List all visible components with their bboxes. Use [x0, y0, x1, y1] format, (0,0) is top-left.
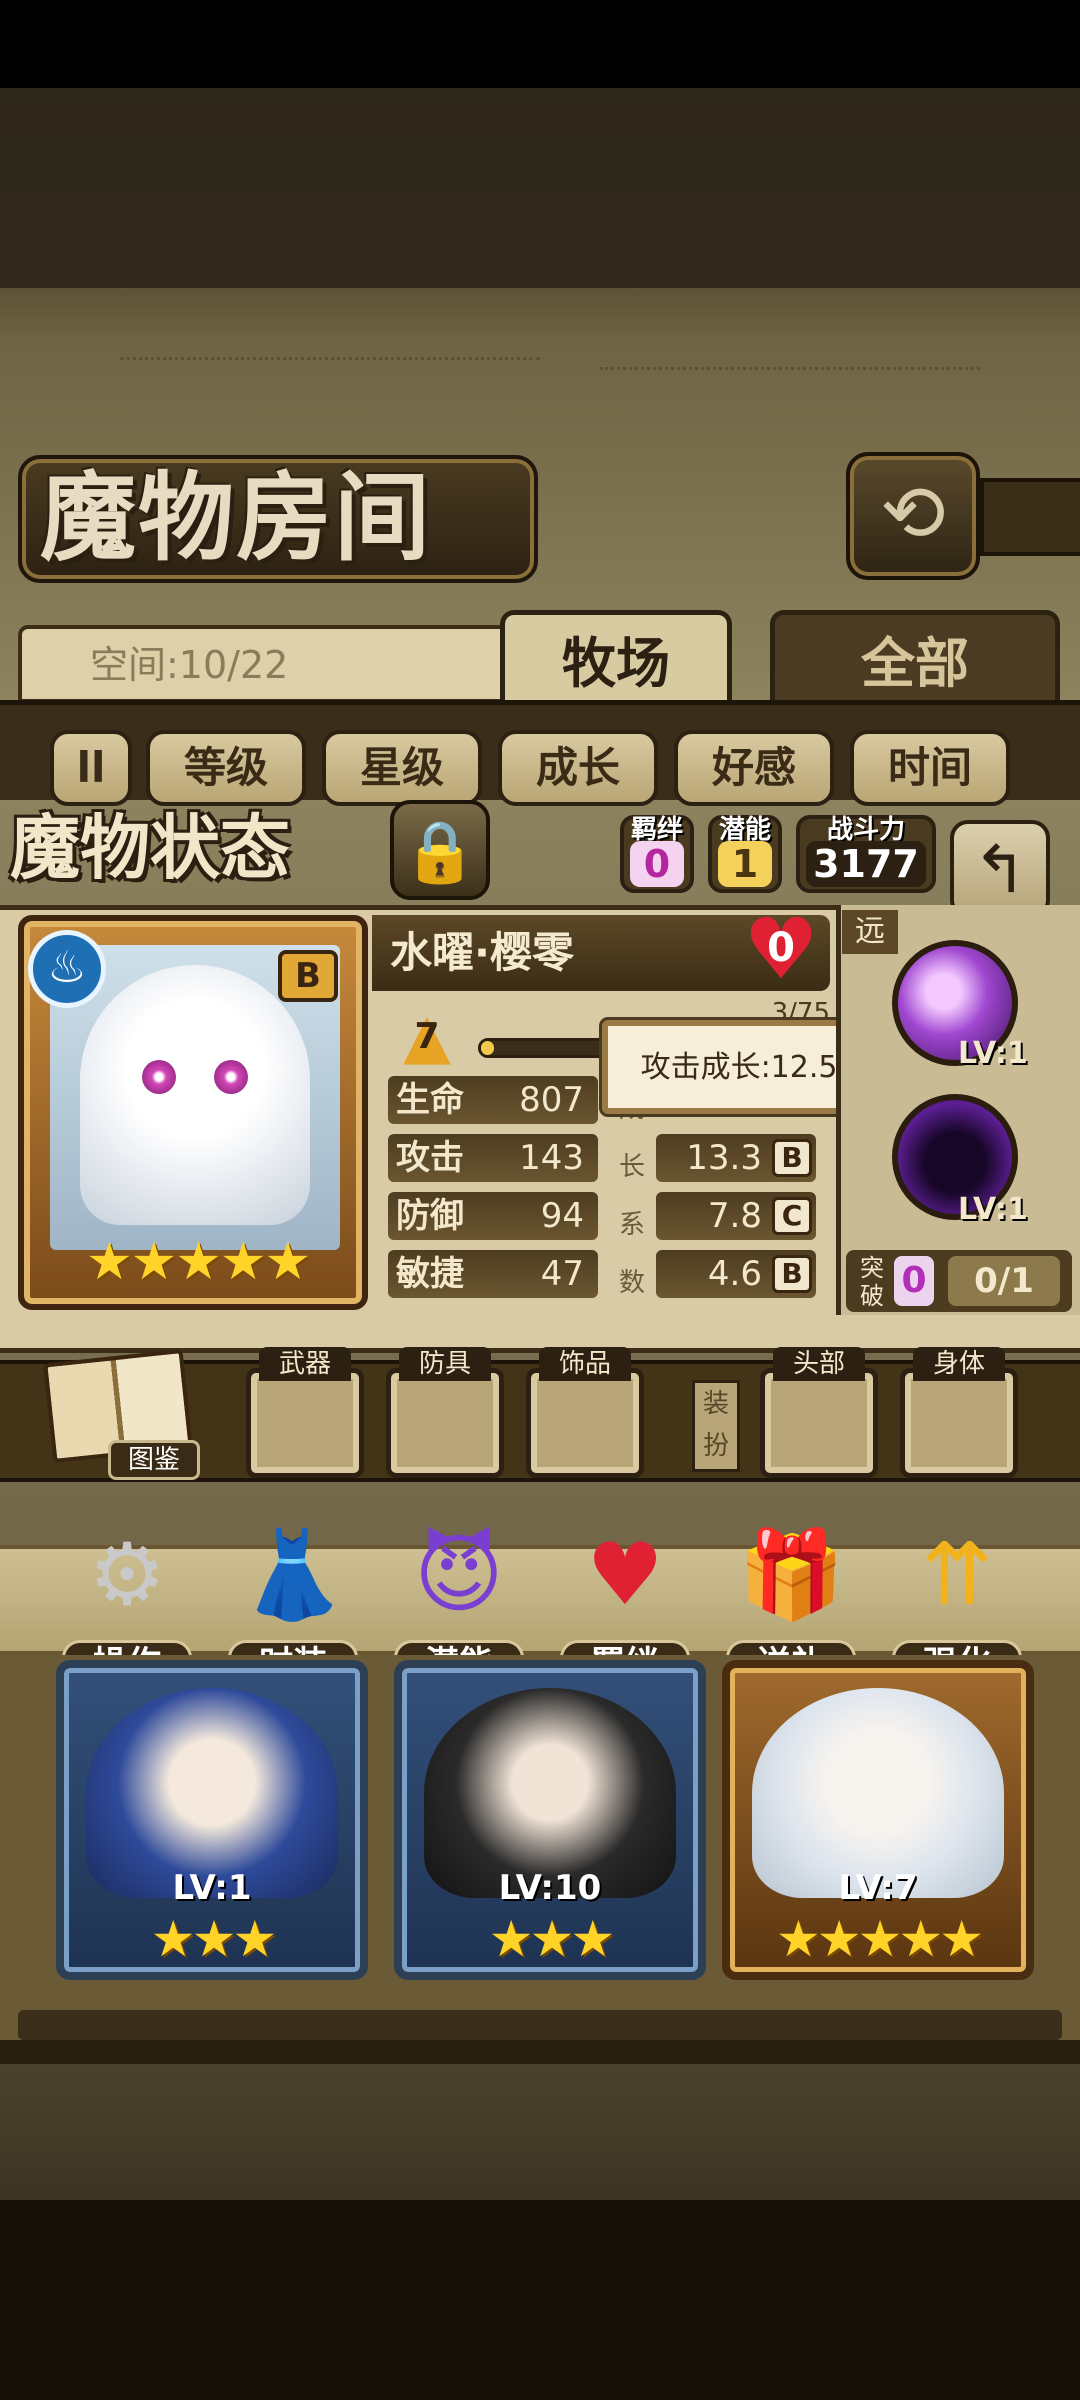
breakthrough-count: 0/1 — [948, 1256, 1060, 1306]
hearts-icon: ♥ — [586, 1525, 664, 1625]
growth-row-defense[interactable]: 7.8 C — [656, 1192, 816, 1240]
breakthrough-label: 突破 — [860, 1254, 884, 1310]
growth-col-label: 长 — [618, 1152, 645, 1182]
slot-body[interactable]: 身体 — [900, 1347, 1018, 1478]
power-value: 3177 — [806, 841, 926, 887]
monster-card[interactable]: LV:1 ★★★ — [56, 1660, 368, 1980]
back-arrow-icon: ⟲ — [880, 469, 946, 559]
sort-stars-button[interactable]: 星级 — [322, 730, 482, 806]
stat-row-hp: 生命 807 — [388, 1076, 598, 1124]
card-stars: ★★★★★ — [775, 1910, 984, 1968]
stat-row-defense: 防御 94 — [388, 1192, 598, 1240]
card-stars: ★★★ — [488, 1910, 615, 1968]
slot-weapon[interactable]: 武器 — [246, 1347, 364, 1478]
sort-affection-button[interactable]: 好感 — [674, 730, 834, 806]
lock-icon: 🔒 — [402, 817, 478, 887]
card-level: LV:10 — [498, 1868, 602, 1908]
frame-bottom — [0, 2040, 1080, 2064]
monster-card-art — [752, 1688, 1004, 1898]
slot-accessory[interactable]: 饰品 — [526, 1347, 644, 1478]
growth-grade: B — [772, 1255, 812, 1293]
stat-value: 143 — [519, 1138, 584, 1178]
slot-head[interactable]: 头部 — [760, 1347, 878, 1478]
power-stat: 战斗力 3177 — [796, 815, 936, 893]
slot-label: 武器 — [259, 1347, 351, 1381]
water-element-icon: ♨ — [28, 930, 106, 1008]
portrait-eye-right — [214, 1060, 248, 1094]
growth-row-attack[interactable]: 13.3 B — [656, 1134, 816, 1182]
monster-name: 水曜·樱零 — [390, 928, 574, 977]
stat-row-agility: 敏捷 47 — [388, 1250, 598, 1298]
skill-1-level: LV:1 — [958, 1036, 1028, 1071]
skill-2-level: LV:1 — [958, 1192, 1028, 1227]
monster-level: 7 — [414, 1016, 440, 1057]
slot-armor[interactable]: 防具 — [386, 1347, 504, 1478]
growth-grade: B — [772, 1139, 812, 1177]
tab-all[interactable]: 全部 — [770, 610, 1060, 710]
slot-label: 防具 — [399, 1347, 491, 1381]
card-level: LV:1 — [172, 1868, 252, 1908]
page-title: 魔物房间 — [40, 461, 432, 574]
slot-label: 头部 — [773, 1347, 865, 1381]
codex-label: 图鉴 — [108, 1440, 200, 1480]
affection-value: 0 — [767, 925, 795, 971]
card-level: LV:7 — [838, 1868, 918, 1908]
status-back-button[interactable]: ↰ — [950, 820, 1050, 918]
stat-label: 生命 — [396, 1080, 464, 1120]
rank-badge: B — [278, 950, 338, 1002]
gear-icon: ⚙ — [88, 1525, 166, 1625]
sort-level-button[interactable]: 等级 — [146, 730, 306, 806]
map-top-band — [0, 88, 1080, 288]
gift-icon: 🎁 — [737, 1525, 845, 1625]
growth-value: 7.8 — [707, 1196, 762, 1236]
range-tag: 远 — [842, 910, 898, 954]
stat-label: 防御 — [396, 1196, 464, 1236]
potential-stat: 潜能 1 — [708, 815, 782, 893]
stat-label: 攻击 — [396, 1138, 464, 1178]
back-button[interactable]: ⟲ — [846, 452, 980, 580]
bottom-band — [0, 2200, 1080, 2400]
breakthrough-value: 0 — [894, 1256, 934, 1306]
lock-button[interactable]: 🔒 — [390, 800, 490, 900]
growth-col-label: 数 — [618, 1268, 645, 1298]
screen: 魔物房间 ⟲ 空间:10/22 牧场 全部 ll 等级 星级 成长 好感 时间 … — [0, 0, 1080, 2400]
stat-row-attack: 攻击 143 — [388, 1134, 598, 1182]
card-shelf — [18, 2010, 1062, 2040]
slot-label: 身体 — [913, 1347, 1005, 1381]
exp-bar-fill — [481, 1041, 494, 1055]
sort-growth-button[interactable]: 成长 — [498, 730, 658, 806]
outfit-label: 装扮 — [692, 1380, 740, 1472]
growth-grade: C — [772, 1197, 812, 1235]
outfit-icon: 👗 — [239, 1525, 347, 1625]
monster-card[interactable]: LV:10 ★★★ — [394, 1660, 706, 1980]
growth-col-label: 系 — [618, 1210, 645, 1240]
sort-time-button[interactable]: 时间 — [850, 730, 1010, 806]
growth-row-agility[interactable]: 4.6 B — [656, 1250, 816, 1298]
growth-value: 4.6 — [707, 1254, 762, 1294]
stat-value: 47 — [540, 1254, 584, 1294]
devil-icon: 😈 — [414, 1525, 504, 1625]
bond-value: 0 — [630, 841, 684, 887]
sort-order-toggle[interactable]: ll — [50, 730, 132, 806]
monster-card-art — [86, 1688, 338, 1898]
storage-space-text: 空间:10/22 — [90, 643, 289, 687]
monster-portrait — [80, 965, 310, 1225]
tab-ranch[interactable]: 牧场 — [500, 610, 732, 710]
portrait-stars: ★★★★★ — [86, 1232, 311, 1292]
up-arrows-icon: ⇈ — [920, 1525, 994, 1625]
stat-value: 807 — [519, 1080, 584, 1120]
stat-value: 94 — [540, 1196, 584, 1236]
slot-label: 饰品 — [539, 1347, 631, 1381]
monster-card-selected[interactable]: LV:7 ★★★★★ — [722, 1660, 1034, 1980]
return-arrow-icon: ↰ — [972, 831, 1028, 908]
monster-card-art — [424, 1688, 676, 1898]
portrait-eye-left — [142, 1060, 176, 1094]
card-stars: ★★★ — [150, 1910, 277, 1968]
potential-value: 1 — [718, 841, 772, 887]
stat-label: 敏捷 — [396, 1254, 464, 1294]
status-title: 魔物状态 — [10, 806, 290, 889]
growth-value: 13.3 — [686, 1138, 762, 1178]
back-button-bar — [980, 478, 1080, 556]
bond-stat: 羁绊 0 — [620, 815, 694, 893]
